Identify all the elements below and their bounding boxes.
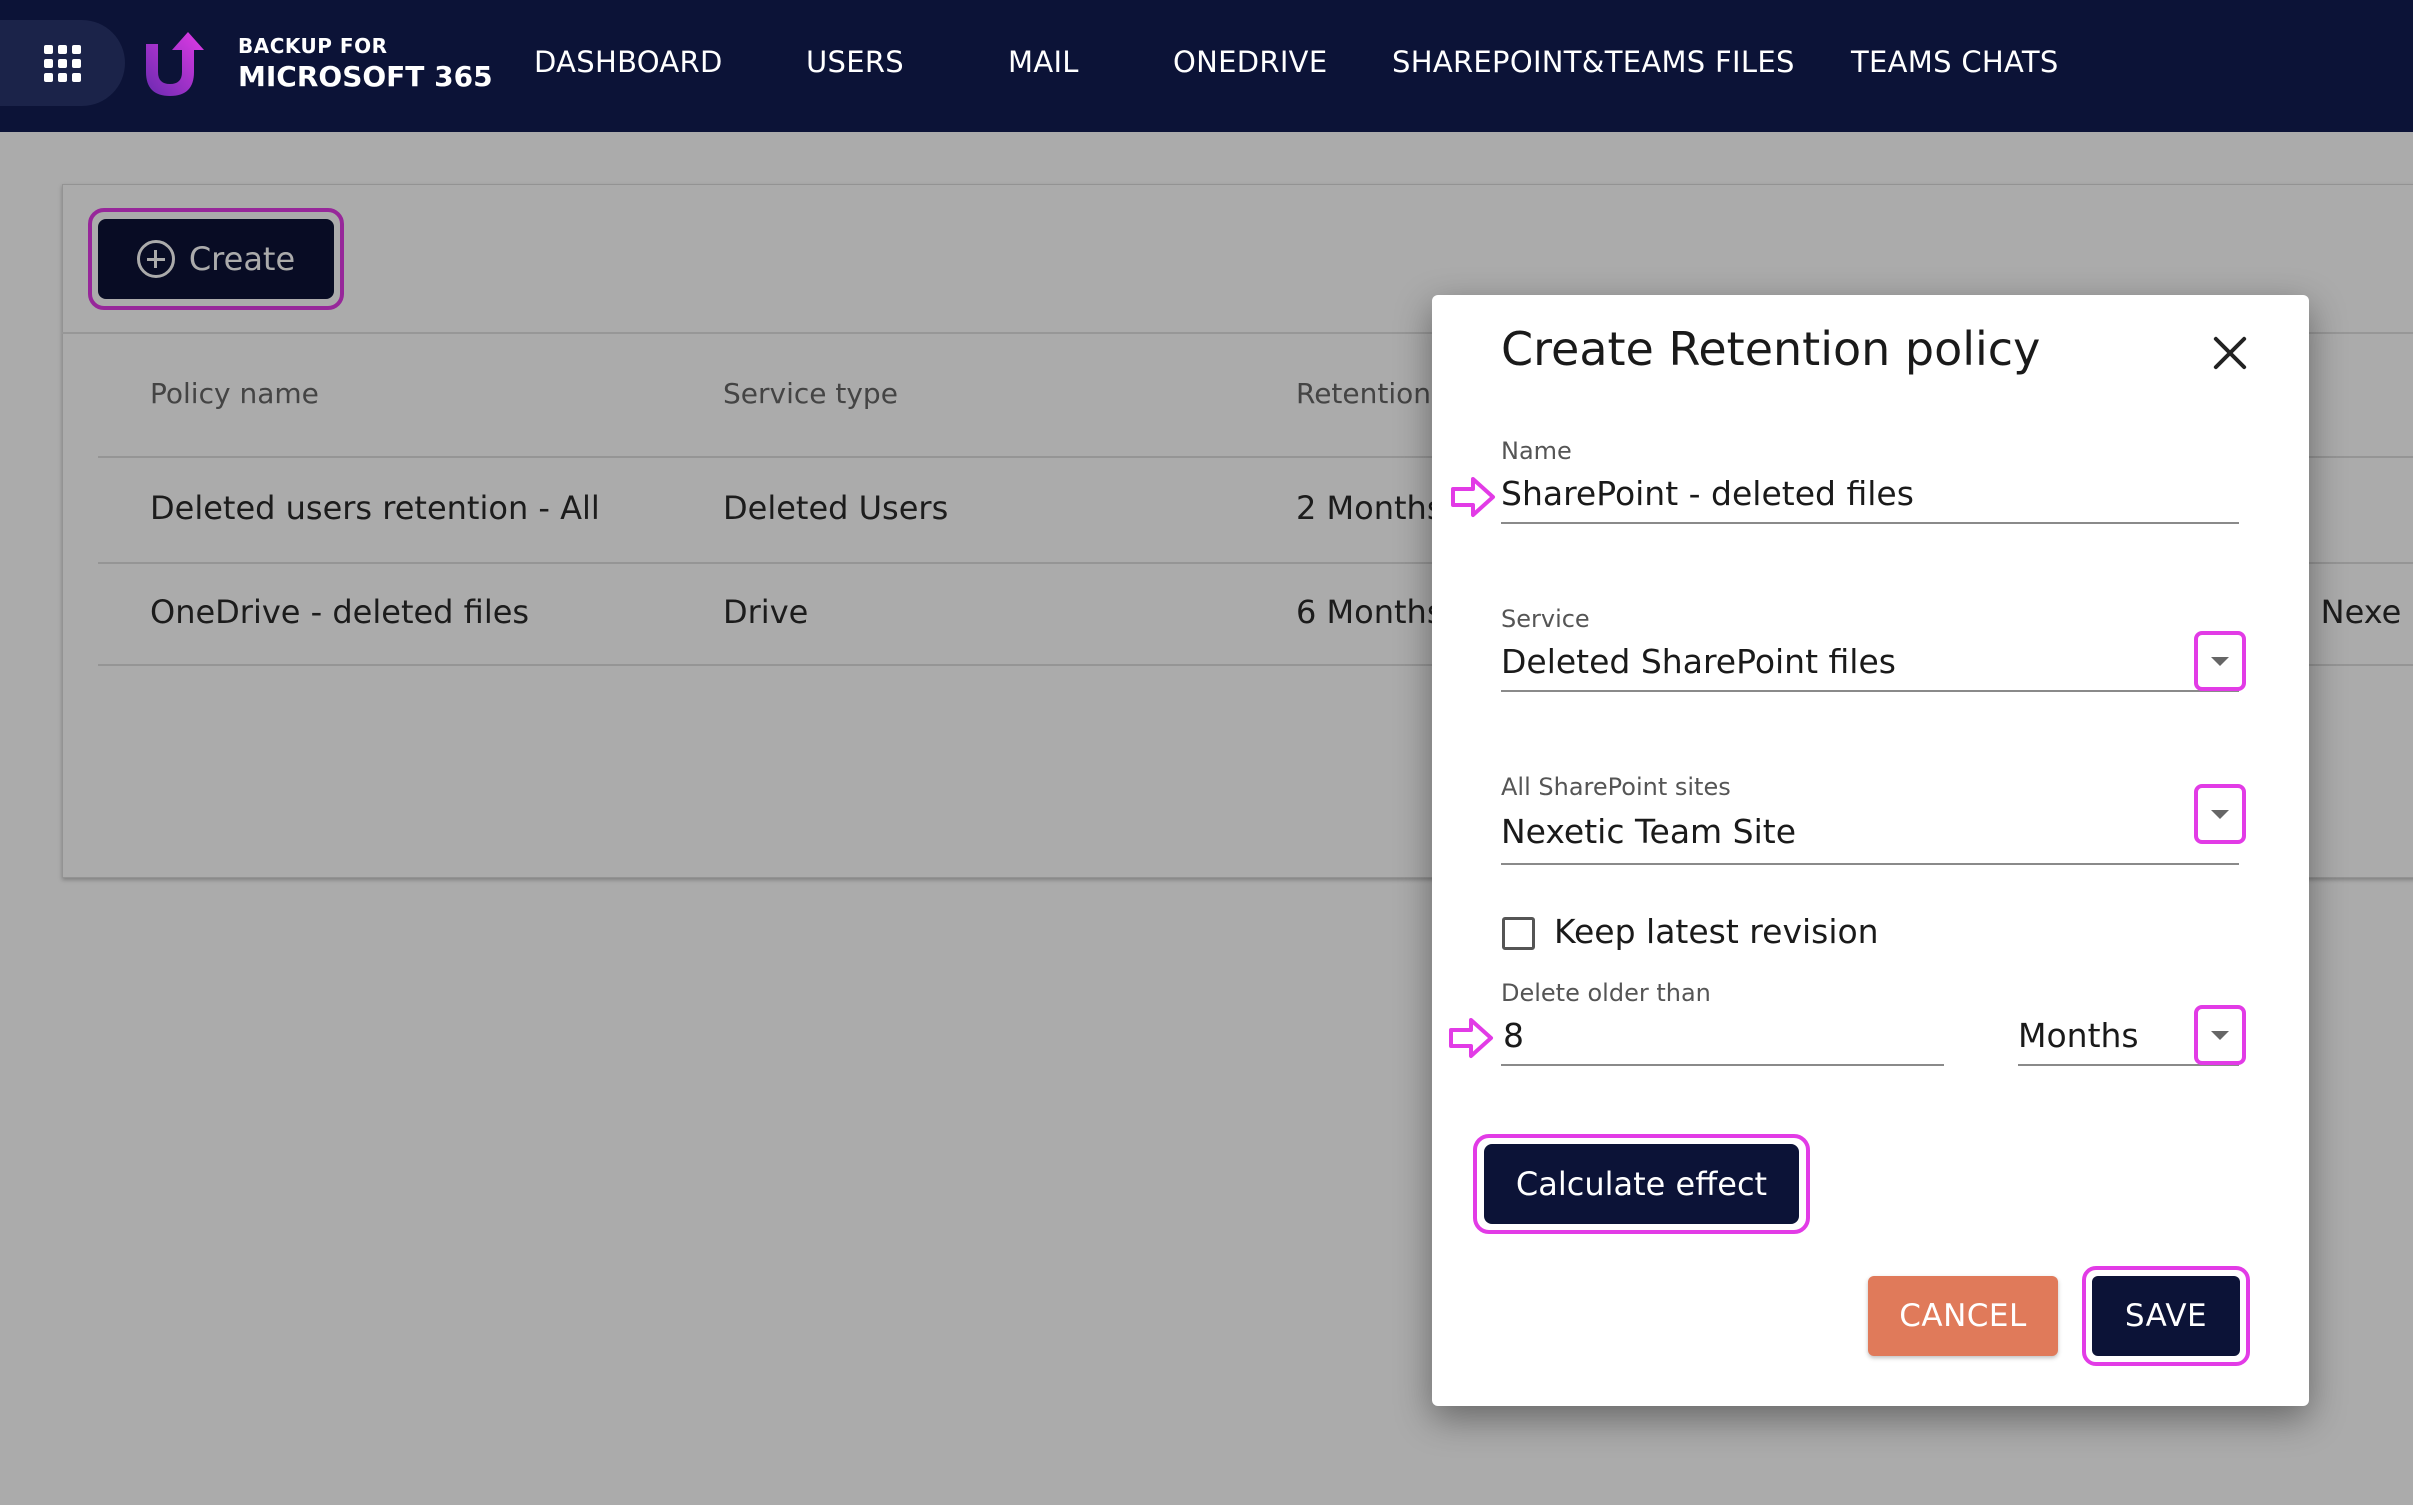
apps-grid-icon xyxy=(44,44,81,82)
app-launcher-button[interactable] xyxy=(0,20,125,106)
nav-teams-chats[interactable]: TEAMS CHATS xyxy=(1851,44,2059,80)
calculate-highlight-outline xyxy=(1473,1134,1810,1234)
delete-older-than-input[interactable]: 8 xyxy=(1503,1016,1524,1055)
nav-users[interactable]: USERS xyxy=(806,44,904,80)
sites-field-label: All SharePoint sites xyxy=(1501,773,1731,801)
nav-onedrive[interactable]: ONEDRIVE xyxy=(1173,44,1327,80)
delete-older-than-underline xyxy=(1501,1064,1944,1066)
keep-latest-revision-label[interactable]: Keep latest revision xyxy=(1554,912,1879,951)
service-select[interactable]: Deleted SharePoint files xyxy=(1501,642,1896,681)
nav-dashboard[interactable]: DASHBOARD xyxy=(534,44,723,80)
chevron-down-icon xyxy=(2211,810,2229,819)
delete-older-than-label: Delete older than xyxy=(1501,979,1711,1007)
save-highlight-outline xyxy=(2082,1266,2250,1366)
keep-latest-revision-checkbox[interactable] xyxy=(1502,917,1535,950)
sites-select[interactable]: Nexetic Team Site xyxy=(1501,812,1796,851)
arrow-right-icon xyxy=(1449,1018,1493,1058)
service-dropdown-button[interactable] xyxy=(2194,631,2246,691)
chevron-down-icon xyxy=(2211,657,2229,666)
name-field-label: Name xyxy=(1501,437,1572,465)
period-unit-select[interactable]: Months xyxy=(2018,1016,2139,1055)
brand-line-1: BACKUP FOR xyxy=(238,34,388,58)
service-select-underline xyxy=(1501,690,2239,692)
chevron-down-icon xyxy=(2211,1031,2229,1040)
name-input[interactable]: SharePoint - deleted files xyxy=(1501,474,1914,513)
nav-sharepoint-teams-files[interactable]: SHAREPOINT&TEAMS FILES xyxy=(1392,44,1795,80)
close-icon[interactable] xyxy=(2210,333,2250,373)
cancel-button[interactable]: CANCEL xyxy=(1868,1276,2058,1356)
service-field-label: Service xyxy=(1501,605,1590,633)
brand-name[interactable]: BACKUP FOR MICROSOFT 365 xyxy=(238,36,493,94)
nav-mail[interactable]: MAIL xyxy=(1008,44,1079,80)
dialog-title: Create Retention policy xyxy=(1501,322,2041,376)
sites-dropdown-button[interactable] xyxy=(2194,784,2246,844)
brand-line-2: MICROSOFT 365 xyxy=(238,60,493,93)
sites-select-underline xyxy=(1501,863,2239,865)
name-input-underline xyxy=(1501,522,2239,524)
top-navigation-bar: BACKUP FOR MICROSOFT 365 DASHBOARD USERS… xyxy=(0,0,2413,132)
arrow-right-icon xyxy=(1451,477,1495,517)
backup-logo-icon xyxy=(146,32,204,96)
period-unit-dropdown-button[interactable] xyxy=(2194,1005,2246,1065)
